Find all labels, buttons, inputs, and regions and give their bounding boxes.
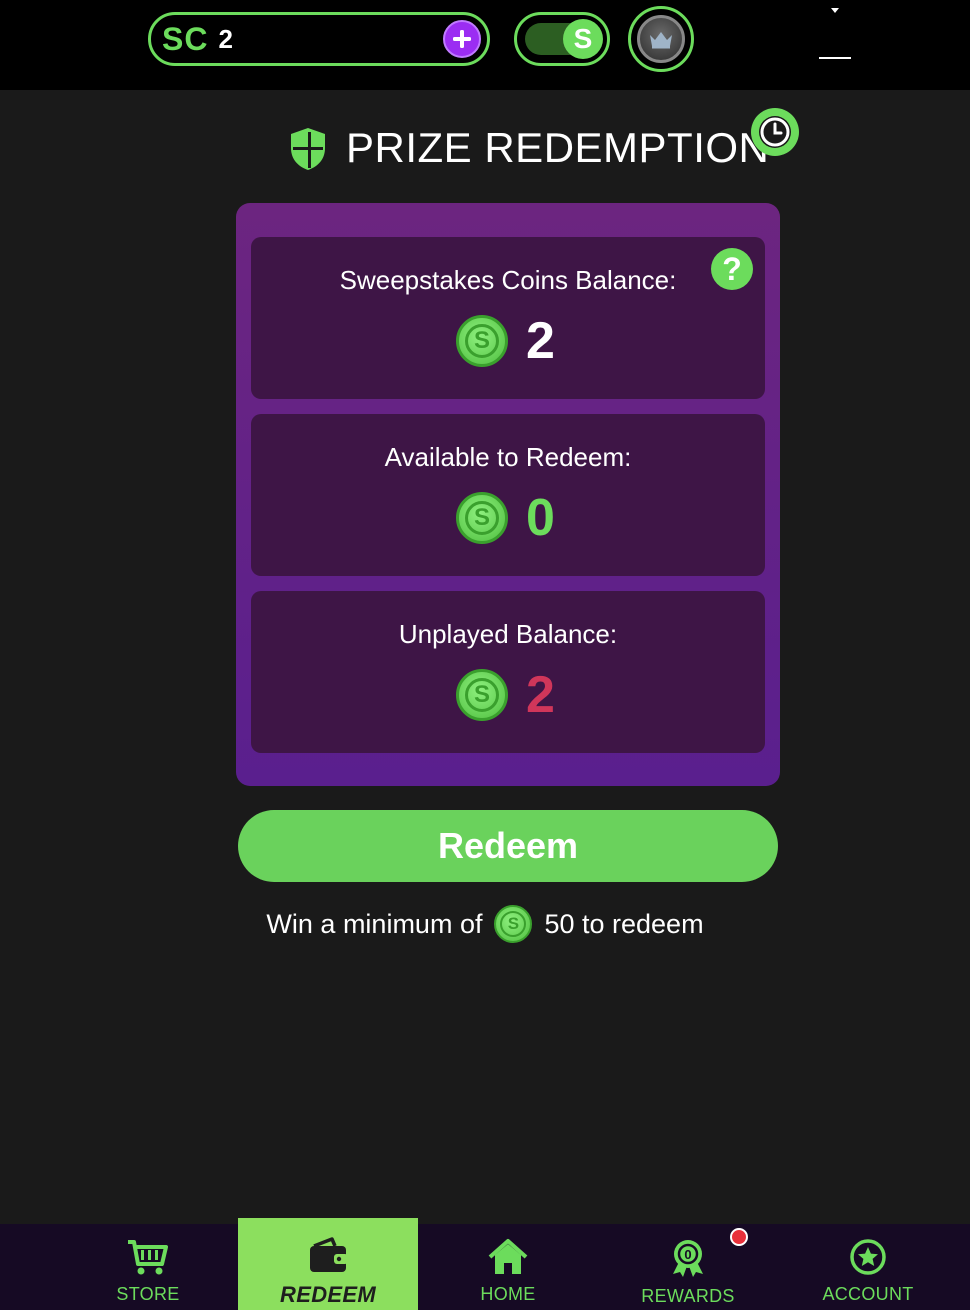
nav-label: REWARDS [641, 1286, 735, 1306]
nav-label: STORE [116, 1284, 180, 1304]
rewards-badge-icon: 0 [673, 1240, 703, 1277]
available-to-redeem-panel: Available to Redeem: S 0 [251, 414, 765, 576]
sweeps-coin-icon: S [456, 669, 508, 721]
nav-item-rewards[interactable]: 0 REWARDS [598, 1224, 778, 1310]
sweepstakes-balance-value: 2 [526, 312, 555, 370]
page-title: PRIZE REDEMPTION [346, 124, 770, 171]
avatar [637, 15, 685, 63]
history-button[interactable] [751, 108, 799, 156]
min-note-suffix: 50 to redeem [544, 908, 704, 939]
add-coins-button[interactable] [443, 20, 481, 58]
toggle-knob: S [563, 19, 603, 59]
available-to-redeem-value: 0 [526, 489, 555, 547]
panel-label: Sweepstakes Coins Balance: [339, 265, 677, 295]
nav-item-home[interactable]: HOME [418, 1224, 598, 1310]
bottom-nav: STORE REDEEM HOME 0 REWARDS ACCOUNT [0, 1218, 970, 1310]
vip-avatar-button[interactable] [628, 6, 694, 72]
unplayed-balance-panel: Unplayed Balance: S 2 [251, 591, 765, 753]
plus-icon [453, 30, 471, 48]
sweeps-symbol: S [573, 23, 593, 54]
sweepstakes-balance-panel: Sweepstakes Coins Balance: ? S 2 [251, 237, 765, 399]
nav-item-store[interactable]: STORE [58, 1224, 238, 1310]
svg-text:0: 0 [684, 1247, 691, 1262]
minimum-redeem-note: Win a minimum of S 50 to redeem [0, 902, 970, 946]
redeem-button[interactable]: Redeem [238, 810, 778, 882]
sc-balance-value: 2 [218, 23, 233, 54]
unplayed-balance-value: 2 [526, 666, 555, 724]
page-header: PRIZE REDEMPTION [0, 118, 970, 180]
min-note-prefix: Win a minimum of [266, 908, 483, 939]
wallet-icon [310, 1237, 348, 1272]
nav-label: REDEEM [280, 1282, 376, 1307]
nav-item-account[interactable]: ACCOUNT [778, 1224, 958, 1310]
menu-handle[interactable] [819, 57, 851, 59]
top-bar: SC 2 S [0, 0, 970, 90]
sweeps-coin-icon: S [494, 905, 533, 943]
panel-value-row: S 2 [251, 312, 765, 370]
nav-item-redeem[interactable]: REDEEM [238, 1218, 418, 1310]
dropdown-caret-icon[interactable] [831, 8, 839, 13]
sc-currency-label: SC [162, 20, 209, 57]
panel-value-row: S 2 [251, 666, 765, 724]
star-circle-icon [850, 1239, 886, 1275]
panel-label: Unplayed Balance: [398, 619, 618, 649]
balance-card: Sweepstakes Coins Balance: ? S 2 Availab… [236, 203, 780, 786]
sc-balance-pill[interactable]: SC 2 [148, 12, 490, 66]
nav-label: HOME [480, 1284, 536, 1304]
help-button[interactable]: ? [711, 248, 753, 290]
sweeps-coin-icon: S [456, 315, 508, 367]
home-icon [488, 1239, 528, 1274]
rewards-notification-dot [730, 1228, 748, 1246]
nav-label: ACCOUNT [822, 1284, 914, 1304]
panel-label: Available to Redeem: [384, 442, 632, 472]
shield-icon [291, 128, 325, 170]
currency-toggle[interactable]: S [514, 12, 610, 66]
clock-icon [759, 116, 791, 148]
panel-value-row: S 0 [251, 489, 765, 547]
cart-icon [128, 1240, 168, 1275]
crown-icon [650, 32, 672, 49]
sweeps-coin-icon: S [456, 492, 508, 544]
